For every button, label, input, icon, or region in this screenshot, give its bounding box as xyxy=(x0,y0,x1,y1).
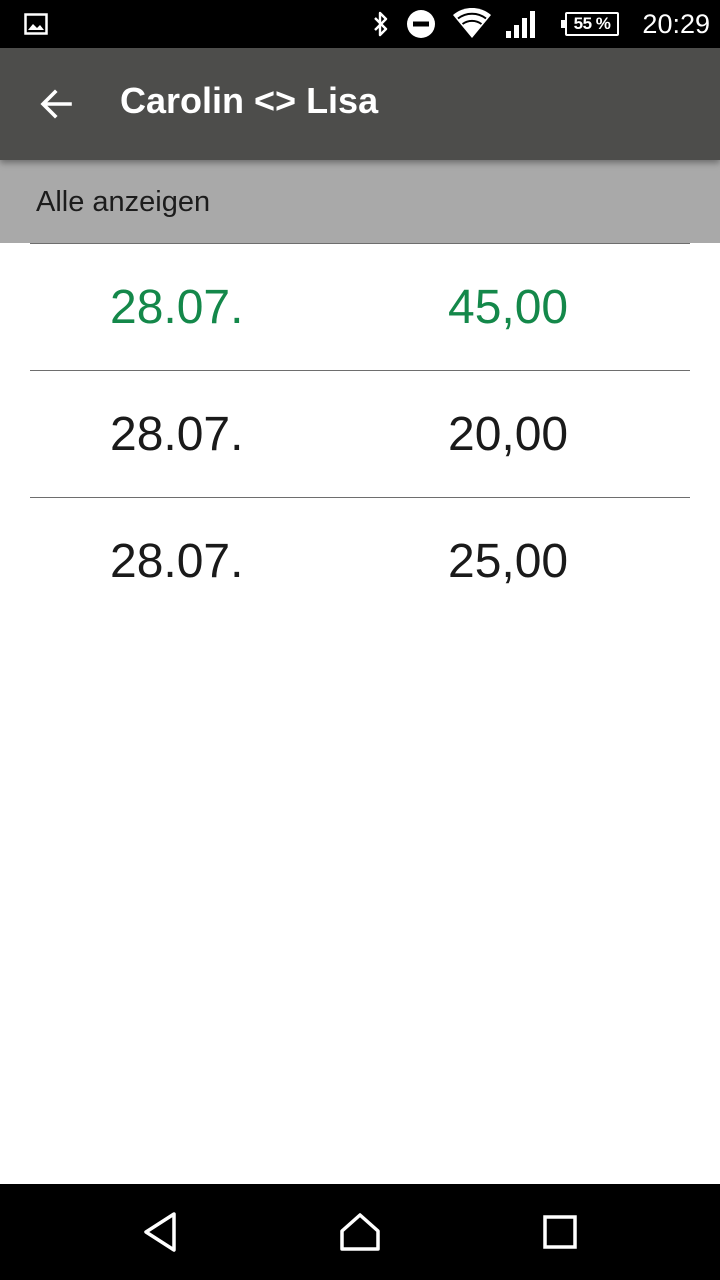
show-all-label: Alle anzeigen xyxy=(36,186,211,218)
app-bar: Carolin <> Lisa xyxy=(0,48,720,160)
recents-icon xyxy=(543,1215,577,1249)
battery-level: 55 % xyxy=(561,12,619,36)
nav-back-button[interactable] xyxy=(128,1200,192,1264)
transaction-amount: 20,00 xyxy=(448,408,569,461)
battery-icon: 55 % xyxy=(561,0,620,48)
status-time: 20:29 xyxy=(642,8,710,39)
transaction-date: 28.07. xyxy=(110,535,244,588)
nav-home-button[interactable] xyxy=(328,1200,392,1264)
transaction-date: 28.07. xyxy=(110,281,244,334)
transaction-amount: 25,00 xyxy=(448,535,569,588)
arrow-back-icon xyxy=(40,89,72,119)
transaction-amount: 45,00 xyxy=(448,281,569,334)
home-icon xyxy=(340,1213,380,1251)
wifi-icon xyxy=(452,0,492,48)
nav-recents-button[interactable] xyxy=(528,1200,592,1264)
transaction-row[interactable]: 28.07. 25,00 xyxy=(0,498,720,624)
signal-icon xyxy=(504,0,538,48)
back-triangle-icon xyxy=(144,1212,176,1252)
transaction-list: 28.07. 45,00 28.07. 20,00 28.07. 25,00 xyxy=(0,243,720,624)
page-title: Carolin <> Lisa xyxy=(120,80,379,121)
back-button[interactable] xyxy=(24,70,88,138)
gallery-icon xyxy=(22,0,50,48)
navigation-bar xyxy=(0,1184,720,1280)
bluetooth-icon xyxy=(368,0,394,48)
status-bar: 55 % 20:29 xyxy=(0,0,720,48)
transaction-row[interactable]: 28.07. 45,00 xyxy=(0,244,720,370)
transaction-date: 28.07. xyxy=(110,408,244,461)
transaction-row[interactable]: 28.07. 20,00 xyxy=(0,371,720,497)
show-all-button[interactable]: Alle anzeigen xyxy=(0,160,720,243)
do-not-disturb-icon xyxy=(405,0,437,48)
